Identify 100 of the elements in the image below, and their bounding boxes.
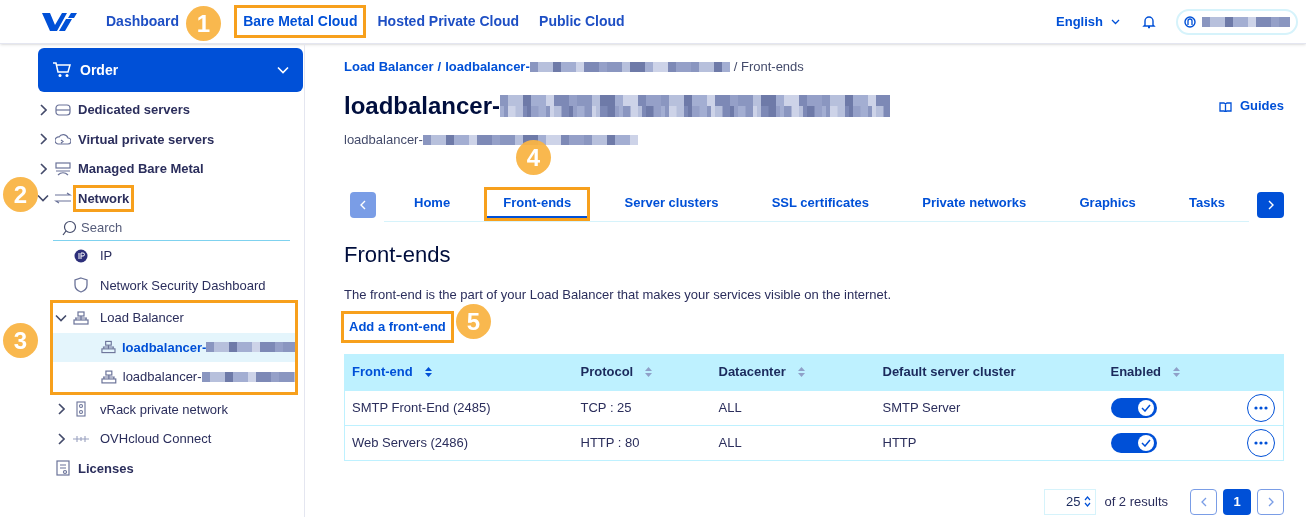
chevron-right-icon <box>1267 199 1274 210</box>
ip-badge-icon <box>74 248 88 263</box>
table-cell: ALL <box>711 425 876 460</box>
page-subtitle: loadbalancer- <box>344 131 423 149</box>
scroll-left-button[interactable] <box>350 191 376 218</box>
table-cell: HTTP : 80 <box>573 425 712 460</box>
transfer-arrows-icon <box>54 192 72 205</box>
table-cell: TCP : 25 <box>573 390 712 425</box>
breadcrumb-current: / Front-ends <box>733 58 804 77</box>
previous-page-button[interactable] <box>1190 488 1217 515</box>
next-page-button[interactable] <box>1257 488 1284 515</box>
table-cell: Web Servers (2486) <box>344 425 574 460</box>
guides-link[interactable]: Guides <box>1218 96 1284 116</box>
results-count: of 2 results <box>1104 492 1168 511</box>
checkmark-icon <box>1140 438 1151 447</box>
nav-link[interactable]: Dashboard <box>100 8 186 35</box>
sidebar-item[interactable]: Network Security Dashboard <box>100 275 266 295</box>
column-header[interactable]: Enabled <box>1103 354 1241 390</box>
network-tree-icon <box>101 369 117 384</box>
search-icon <box>61 219 77 236</box>
table-cell: ALL <box>711 390 876 425</box>
sidebar-item[interactable]: Dedicated servers <box>76 99 192 121</box>
column-header[interactable]: Front-end <box>344 354 574 390</box>
sidebar-item[interactable]: IP <box>100 246 113 266</box>
sort-icon <box>797 367 805 377</box>
checkmark-icon <box>1140 403 1151 412</box>
sidebar-item[interactable]: OVHcloud Connect <box>100 429 212 449</box>
sidebar-item[interactable]: loadbalancer- <box>53 332 295 362</box>
chevron-right-icon[interactable] <box>39 103 47 116</box>
user-icon <box>1184 15 1196 28</box>
table-cell: SMTP Server <box>875 390 1104 425</box>
step-callout: 5 <box>456 304 491 339</box>
column-header[interactable]: Protocol <box>573 354 712 390</box>
page-title: loadbalancer- <box>344 91 501 121</box>
logo-icon[interactable] <box>42 10 78 33</box>
step-callout: 2 <box>3 177 38 212</box>
toggle-switch[interactable] <box>1110 432 1157 453</box>
order-button[interactable]: Order <box>38 48 303 92</box>
sidebar-item[interactable]: Load Balancer <box>100 308 184 328</box>
tab[interactable]: Graphics <box>1063 190 1152 218</box>
chevron-right-icon[interactable] <box>57 403 65 416</box>
page-button[interactable]: 1 <box>1223 488 1251 515</box>
cloud-icon <box>55 133 71 146</box>
language-selector[interactable]: English <box>1056 11 1120 32</box>
chevron-right-icon[interactable] <box>39 133 47 146</box>
breadcrumb-link[interactable]: Load Balancer <box>344 57 434 77</box>
tab[interactable]: SSL certificates <box>755 190 885 218</box>
column-header[interactable]: Default server cluster <box>875 354 1104 390</box>
chevron-right-icon[interactable] <box>39 162 47 175</box>
description-text: The front-end is the part of your Load Balancer that makes your services visible on the internet. <box>344 285 892 304</box>
user-account-button[interactable] <box>1176 8 1298 35</box>
chevron-right-icon[interactable] <box>57 432 65 445</box>
nav-link[interactable]: Hosted Private Cloud <box>371 8 526 35</box>
updown-caret-icon <box>1084 496 1092 507</box>
chevron-right-icon <box>1267 496 1274 507</box>
sidebar-item[interactable]: Managed Bare Metal <box>76 158 206 180</box>
chevron-left-icon <box>360 199 366 210</box>
nav-link[interactable]: Public Cloud <box>533 8 631 35</box>
sidebar-item[interactable]: vRack private network <box>100 399 228 419</box>
chevron-left-icon <box>1200 496 1207 507</box>
shield-icon <box>74 277 88 294</box>
server-icon <box>55 103 71 116</box>
item-label: loadbalancer- <box>122 368 202 386</box>
table-cell: SMTP Front-End (2485) <box>344 390 574 425</box>
table-cell: HTTP <box>875 425 1104 460</box>
tab[interactable]: Private networks <box>906 190 1043 218</box>
tab[interactable]: Tasks <box>1173 190 1241 218</box>
sidebar-item[interactable]: Network <box>76 187 132 209</box>
toggle-switch[interactable] <box>1110 397 1157 418</box>
item-label: loadbalancer- <box>121 338 207 357</box>
step-callout: 4 <box>516 140 551 175</box>
rack-icon <box>76 401 86 418</box>
scroll-right-button[interactable] <box>1257 191 1284 218</box>
sidebar-item[interactable]: loadbalancer- <box>53 362 295 392</box>
sidebar-item[interactable]: Licenses <box>76 457 136 479</box>
breadcrumb-link[interactable]: loadbalancer- <box>445 57 530 77</box>
chevron-down-icon[interactable] <box>55 313 67 322</box>
page-size-select[interactable]: 25 <box>1044 488 1097 515</box>
chevron-down-icon <box>277 66 289 74</box>
sort-icon <box>424 367 432 377</box>
server-rack-icon <box>55 161 71 176</box>
step-callout: 3 <box>3 323 38 358</box>
nav-link[interactable]: Bare Metal Cloud <box>237 8 364 35</box>
network-tree-icon <box>73 310 89 325</box>
sidebar-item[interactable]: Virtual private servers <box>76 128 217 150</box>
column-header[interactable]: Datacenter <box>711 354 876 390</box>
ellipsis-icon <box>1253 440 1268 445</box>
tab[interactable]: Server clusters <box>608 190 735 218</box>
network-tree-icon <box>101 340 116 355</box>
chevron-down-icon <box>1111 18 1120 25</box>
step-callout: 1 <box>186 6 221 41</box>
tab[interactable]: Home <box>398 190 467 218</box>
connector-icon <box>72 433 90 444</box>
tab[interactable]: Front-ends <box>487 190 588 218</box>
cart-icon <box>52 62 72 78</box>
book-icon <box>1218 100 1232 112</box>
add-front-end-link[interactable]: Add a front-end <box>344 314 451 340</box>
bell-icon[interactable] <box>1142 14 1156 29</box>
search-field[interactable]: Search <box>81 217 281 238</box>
ellipsis-icon <box>1253 405 1268 410</box>
